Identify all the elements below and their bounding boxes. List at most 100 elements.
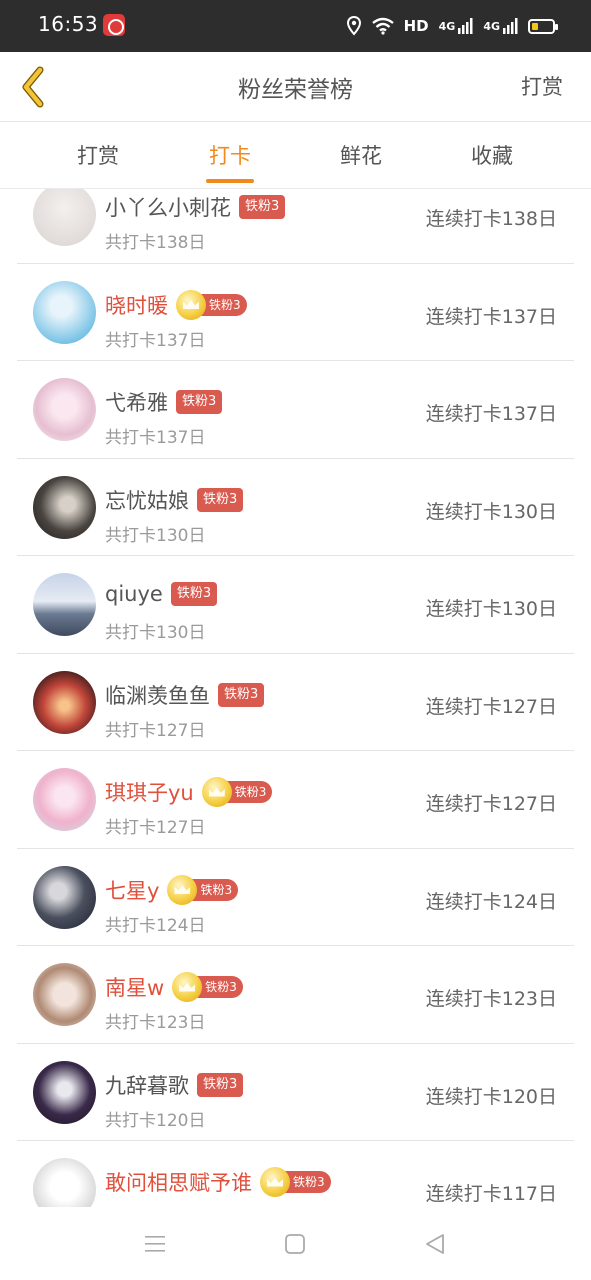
fan-row[interactable]: 琪琪子yu 铁粉3 共打卡127日 连续打卡127日 <box>17 751 574 849</box>
battery-icon <box>528 18 558 34</box>
menu-icon <box>145 1236 165 1252</box>
fan-name: 忘忧姑娘 铁粉3 <box>105 485 244 515</box>
fan-name-text: 琪琪子yu <box>105 781 194 805</box>
back-nav-button[interactable] <box>420 1229 450 1259</box>
total-checkin-days: 共打卡127日 <box>105 818 206 838</box>
fan-row[interactable]: 弋希雅 铁粉3 共打卡137日 连续打卡137日 <box>17 361 574 459</box>
fan-row[interactable]: 七星y 铁粉3 共打卡124日 连续打卡124日 <box>17 849 574 946</box>
avatar[interactable] <box>33 475 96 539</box>
streak-checkin-days: 连续打卡137日 <box>425 305 557 328</box>
fan-row[interactable]: 小丫么小刺花 铁粉3 共打卡138日 连续打卡138日 <box>17 189 574 264</box>
fan-name-text: 晓时暖 <box>105 293 168 318</box>
fan-row[interactable]: 忘忧姑娘 铁粉3 共打卡130日 连续打卡130日 <box>17 459 574 556</box>
app-notification-icon <box>103 14 125 36</box>
reward-button[interactable]: 打赏 <box>521 71 563 101</box>
fan-row[interactable]: qiuye 铁粉3 共打卡130日 连续打卡130日 <box>17 556 574 654</box>
fan-row[interactable]: 临渊羡鱼鱼 铁粉3 共打卡127日 连续打卡127日 <box>17 654 574 751</box>
fan-name-text: 七星y <box>105 878 160 903</box>
fan-name-text: 小丫么小刺花 <box>105 196 231 220</box>
fan-badge-label: 铁粉3 <box>218 682 265 707</box>
fan-name-text: 南星w <box>105 976 165 1000</box>
page-title: 粉丝荣誉榜 <box>238 77 353 103</box>
streak-checkin-days: 连续打卡117日 <box>425 1183 557 1205</box>
tab-favorites[interactable]: 收藏 <box>447 140 537 170</box>
avatar[interactable] <box>33 280 96 344</box>
fan-row[interactable]: 晓时暖 铁粉3 共打卡137日 连续打卡137日 <box>17 264 574 361</box>
fan-badge-label: 铁粉3 <box>176 390 223 414</box>
avatar[interactable] <box>33 189 96 246</box>
avatar[interactable] <box>33 768 96 831</box>
back-triangle-icon <box>426 1234 444 1254</box>
total-checkin-days: 共打卡138日 <box>105 233 206 253</box>
fan-name-text: qiuye <box>105 582 163 606</box>
fan-name: 琪琪子yu 铁粉3 <box>105 777 273 807</box>
fan-level-badge: 铁粉3 <box>167 874 239 905</box>
fan-name-text: 九辞暮歌 <box>105 1073 189 1098</box>
avatar[interactable] <box>33 378 96 441</box>
fan-badge-label: 铁粉3 <box>191 878 239 901</box>
wifi-icon <box>371 17 394 35</box>
fan-badge-label: 铁粉3 <box>200 293 247 316</box>
avatar[interactable] <box>33 865 96 929</box>
streak-checkin-days: 连续打卡124日 <box>425 890 557 913</box>
tab-checkin[interactable]: 打卡 <box>185 140 275 170</box>
fan-name: 南星w 铁粉3 <box>105 972 243 1002</box>
fan-name: qiuye 铁粉3 <box>105 582 218 606</box>
streak-checkin-days: 连续打卡120日 <box>425 1085 557 1108</box>
fan-list[interactable]: 小丫么小刺花 铁粉3 共打卡138日 连续打卡138日 晓时暖 铁粉3 共打卡137日 连续打… <box>17 189 574 1207</box>
crown-icon <box>260 1167 290 1197</box>
crown-icon <box>176 289 206 320</box>
total-checkin-days: 共打卡137日 <box>105 428 206 448</box>
crown-icon <box>172 972 203 1002</box>
streak-checkin-days: 连续打卡138日 <box>425 208 557 230</box>
crown-icon <box>167 874 198 905</box>
avatar[interactable] <box>33 670 96 734</box>
avatar[interactable] <box>33 1158 96 1207</box>
active-tab-indicator <box>206 179 254 183</box>
fan-badge-label: 铁粉3 <box>170 582 218 606</box>
total-checkin-days: 共打卡123日 <box>105 1013 206 1033</box>
home-button[interactable] <box>280 1229 310 1259</box>
streak-checkin-days: 连续打卡130日 <box>425 598 557 620</box>
total-checkin-days: 共打卡127日 <box>105 720 206 741</box>
tab-reward[interactable]: 打赏 <box>53 140 143 170</box>
total-checkin-days: 共打卡137日 <box>105 330 206 351</box>
status-icons: HD 4G 4G <box>346 0 558 52</box>
fan-name: 临渊羡鱼鱼 铁粉3 <box>105 680 265 710</box>
fan-name: 敢问相思赋予谁 铁粉3 <box>105 1167 331 1197</box>
total-checkin-days: 共打卡120日 <box>105 1110 206 1131</box>
fan-name: 弋希雅 铁粉3 <box>105 387 223 417</box>
total-checkin-days: 共打卡130日 <box>105 525 206 546</box>
fan-name: 七星y 铁粉3 <box>105 874 239 905</box>
signal-label: 4G <box>483 19 500 33</box>
fan-name: 晓时暖 铁粉3 <box>105 289 247 320</box>
fan-row[interactable]: 敢问相思赋予谁铁粉3共打卡117日连续打卡117日 <box>17 1141 574 1207</box>
fan-list-content: 小丫么小刺花 铁粉3 共打卡138日 连续打卡138日 晓时暖 铁粉3 共打卡137日 连续打… <box>17 189 574 1207</box>
fan-row[interactable]: 九辞暮歌 铁粉3 共打卡120日 连续打卡120日 <box>17 1044 574 1141</box>
tab-flowers[interactable]: 鲜花 <box>316 140 406 170</box>
avatar[interactable] <box>33 1060 96 1124</box>
fan-level-badge: 铁粉3 <box>176 289 247 320</box>
crown-icon <box>201 777 232 807</box>
fan-badge-label: 铁粉3 <box>284 1171 331 1193</box>
status-time: 16:53 <box>38 12 99 36</box>
fan-row[interactable]: 南星w 铁粉3 共打卡123日 连续打卡123日 <box>17 946 574 1044</box>
fan-badge-label: 铁粉3 <box>239 195 286 219</box>
total-checkin-days: 共打卡124日 <box>105 915 206 936</box>
signal-icon: 4G <box>483 17 518 35</box>
fan-name-text: 临渊羡鱼鱼 <box>105 683 210 708</box>
streak-checkin-days: 连续打卡127日 <box>425 793 557 815</box>
location-icon <box>346 16 362 36</box>
network-label: HD <box>403 17 429 35</box>
menu-button[interactable] <box>140 1229 170 1259</box>
streak-checkin-days: 连续打卡130日 <box>425 500 557 523</box>
fan-name-text: 弋希雅 <box>105 391 168 415</box>
streak-checkin-days: 连续打卡137日 <box>425 403 557 425</box>
streak-checkin-days: 连续打卡127日 <box>425 695 557 718</box>
tab-bar: 打赏 打卡 鲜花 收藏 <box>0 123 591 189</box>
fan-name: 小丫么小刺花 铁粉3 <box>105 192 286 222</box>
fan-badge-label: 铁粉3 <box>225 781 273 803</box>
avatar[interactable] <box>33 963 96 1026</box>
streak-checkin-days: 连续打卡123日 <box>425 988 557 1010</box>
avatar[interactable] <box>33 573 96 636</box>
